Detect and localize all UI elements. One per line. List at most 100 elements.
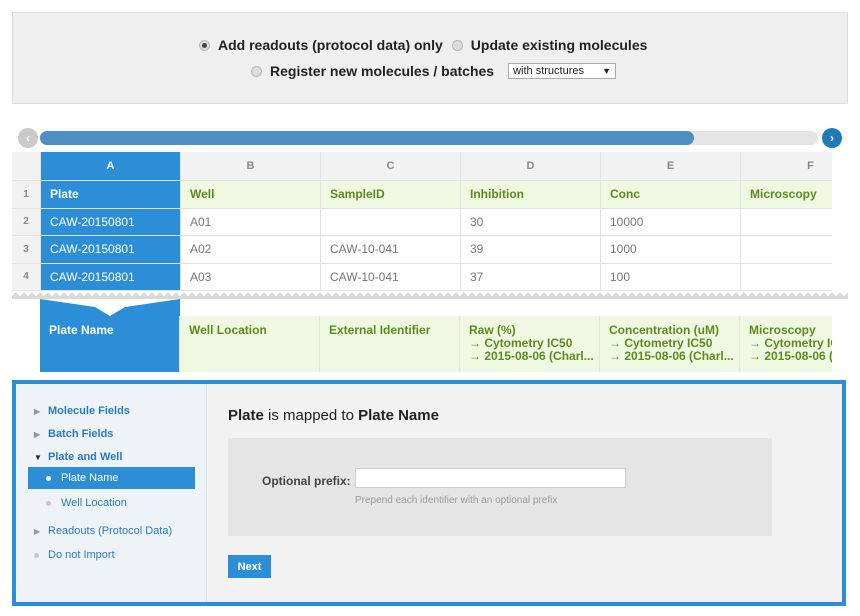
table-row: 2 CAW-20150801 A01 30 10000 — [12, 208, 832, 236]
table-cell[interactable] — [741, 209, 832, 236]
mapping-detail: Plate is mapped to Plate Name Optional p… — [206, 384, 842, 602]
sidebar-item-label: Molecule Fields — [48, 405, 130, 417]
table-cell[interactable]: A02 — [181, 236, 321, 263]
chevron-left-icon: ‹ — [26, 131, 30, 145]
sidebar-item-do-not-import[interactable]: Do not Import — [34, 549, 115, 561]
readouts-radio[interactable] — [199, 39, 210, 51]
bullet-icon — [46, 475, 51, 481]
row-number: 1 — [12, 181, 41, 208]
mapping-cell-concentration[interactable]: Concentration (uM) → Cytometry IC50 → 20… — [600, 316, 740, 372]
expand-triangle-icon: ▶ — [34, 429, 41, 439]
sidebar-item-plate-and-well[interactable]: ▼ Plate and Well — [34, 451, 122, 463]
header-cell[interactable]: Conc — [601, 181, 741, 208]
table-cell[interactable]: CAW-10-041 — [321, 263, 461, 290]
mapping-cell-plate-name[interactable]: Plate Name — [40, 316, 180, 372]
row-number: 2 — [12, 208, 41, 235]
truncation-divider — [12, 291, 848, 299]
header-cell[interactable]: SampleID — [321, 181, 461, 208]
prefix-input[interactable] — [355, 468, 626, 488]
update-radio[interactable] — [451, 39, 463, 51]
mode-row-1: Add readouts (protocol data) only Update… — [199, 37, 656, 53]
column-header-row: A B C D E F — [12, 152, 832, 181]
prefix-help-text: Prepend each identifier with an optional… — [355, 495, 558, 506]
mapping-title-source: Plate — [228, 407, 264, 424]
table-cell[interactable] — [741, 264, 832, 291]
table-cell[interactable]: CAW-20150801 — [41, 236, 181, 263]
mapping-title-middle: is mapped to — [263, 407, 359, 424]
table-row: 3 CAW-20150801 A02 CAW-10-041 39 1000 — [12, 236, 832, 264]
mapping-run: → 2015-08-06 (Ch — [749, 349, 832, 363]
table-cell[interactable]: 37 — [461, 263, 601, 290]
mapping-target: External Identifier — [329, 323, 431, 337]
mapping-row: Plate Name Well Location External Identi… — [40, 316, 832, 372]
mapping-title-target: Plate Name — [358, 407, 439, 424]
header-cell[interactable]: Inhibition — [461, 181, 601, 208]
scroll-track[interactable] — [40, 131, 818, 145]
table-cell[interactable]: 1000 — [601, 236, 741, 263]
prefix-form: Optional prefix: Prepend each identifier… — [228, 438, 772, 536]
mapping-cell-microscopy[interactable]: Microscopy → Cytometry IC50 → 2015-08-06… — [740, 316, 832, 372]
scroll-left-button[interactable]: ‹ — [18, 128, 38, 148]
scroll-thumb[interactable] — [40, 131, 694, 145]
table-cell[interactable]: CAW-20150801 — [41, 208, 181, 235]
selected-column-pointer — [40, 299, 180, 317]
mapping-sidebar: ▶ Molecule Fields ▶ Batch Fields ▼ Plate… — [16, 384, 207, 602]
chevron-down-icon: ▼ — [602, 66, 612, 76]
bullet-icon — [34, 552, 39, 558]
bullet-icon — [46, 500, 51, 506]
column-header-c[interactable]: C — [321, 152, 461, 180]
table-cell[interactable] — [741, 236, 832, 263]
table-row: 1 Plate Well SampleID Inhibition Conc Mi… — [12, 181, 832, 209]
column-header-f[interactable]: F — [741, 152, 832, 180]
register-radio[interactable] — [251, 65, 262, 77]
table-cell[interactable] — [321, 208, 461, 235]
scroll-right-button[interactable]: › — [822, 128, 842, 148]
sidebar-item-readouts[interactable]: ▶ Readouts (Protocol Data) — [34, 525, 172, 537]
table-cell[interactable]: 39 — [461, 236, 601, 263]
mode-row-2: Register new molecules / batches with st… — [251, 63, 617, 79]
corner-cell — [12, 152, 41, 180]
header-cell[interactable]: Microscopy — [741, 181, 832, 208]
column-header-a[interactable]: A — [41, 152, 181, 180]
sidebar-item-plate-name[interactable]: Plate Name — [28, 467, 195, 489]
collapse-triangle-icon: ▼ — [34, 452, 42, 462]
sidebar-item-molecule-fields[interactable]: ▶ Molecule Fields — [34, 405, 130, 417]
data-preview-grid: A B C D E F 1 Plate Well SampleID Inhibi… — [12, 152, 832, 295]
sidebar-item-label: Plate Name — [61, 472, 119, 484]
column-header-b[interactable]: B — [181, 152, 321, 180]
table-cell[interactable]: CAW-20150801 — [41, 263, 181, 290]
mapping-title: Plate is mapped to Plate Name — [228, 407, 439, 424]
update-option-label[interactable]: Update existing molecules — [471, 37, 648, 53]
structure-select[interactable]: with structures ▼ — [508, 63, 617, 79]
chevron-right-icon: › — [830, 131, 834, 145]
row-number: 4 — [12, 263, 41, 290]
sidebar-item-batch-fields[interactable]: ▶ Batch Fields — [34, 428, 113, 440]
horizontal-scrollbar[interactable]: ‹ › — [18, 128, 842, 148]
mapping-target: Plate Name — [49, 323, 114, 337]
table-cell[interactable]: 10000 — [601, 208, 741, 235]
header-cell[interactable]: Plate — [41, 181, 181, 208]
mapping-cell-raw[interactable]: Raw (%) → Cytometry IC50 → 2015-08-06 (C… — [460, 316, 600, 372]
column-header-d[interactable]: D — [461, 152, 601, 180]
table-cell[interactable]: 30 — [461, 208, 601, 235]
register-option-label[interactable]: Register new molecules / batches — [270, 63, 494, 79]
table-cell[interactable]: 100 — [601, 263, 741, 290]
sidebar-item-label: Do not Import — [48, 549, 115, 561]
mapping-panel: ▶ Molecule Fields ▶ Batch Fields ▼ Plate… — [12, 380, 846, 606]
next-button[interactable]: Next — [228, 555, 271, 578]
mapping-cell-well-location[interactable]: Well Location — [180, 316, 320, 372]
structure-select-value: with structures — [513, 65, 585, 77]
row-number: 3 — [12, 236, 41, 263]
table-row: 4 CAW-20150801 A03 CAW-10-041 37 100 — [12, 263, 832, 291]
sidebar-item-label: Well Location — [61, 497, 127, 509]
table-cell[interactable]: A01 — [181, 208, 321, 235]
sidebar-item-label: Batch Fields — [48, 428, 114, 440]
column-header-e[interactable]: E — [601, 152, 741, 180]
mapping-cell-external-identifier[interactable]: External Identifier — [320, 316, 460, 372]
table-cell[interactable]: A03 — [181, 263, 321, 290]
mapping-run: → 2015-08-06 (Charl... — [609, 349, 734, 363]
sidebar-item-well-location[interactable]: Well Location — [46, 497, 127, 509]
header-cell[interactable]: Well — [181, 181, 321, 208]
table-cell[interactable]: CAW-10-041 — [321, 236, 461, 263]
readouts-option-label[interactable]: Add readouts (protocol data) only — [218, 37, 443, 53]
